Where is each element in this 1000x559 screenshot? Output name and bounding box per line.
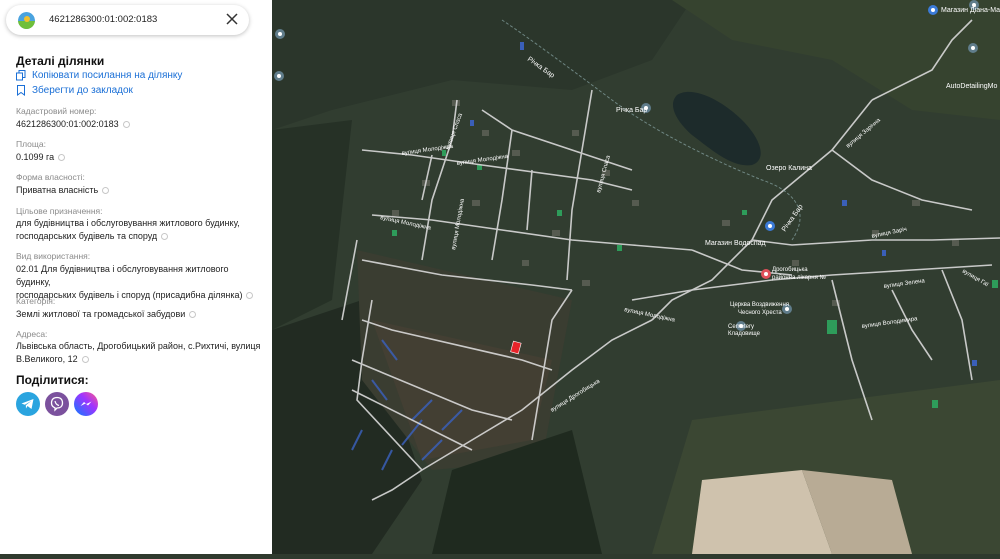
map-label-autodetail: AutoDetailingMo bbox=[946, 83, 997, 90]
info-icon[interactable] bbox=[246, 292, 254, 300]
cadastral-value: 4621286300:01:002:0183 bbox=[16, 118, 261, 131]
logo-icon bbox=[18, 12, 35, 29]
info-icon[interactable] bbox=[81, 356, 89, 364]
purpose-label: Цільове призначення: bbox=[16, 206, 103, 216]
map-pin-icon[interactable] bbox=[968, 43, 978, 53]
map-pin-icon[interactable] bbox=[274, 71, 284, 81]
map-label-church-2: Чесного Хреста bbox=[738, 310, 782, 316]
telegram-icon[interactable] bbox=[16, 392, 40, 416]
info-icon[interactable] bbox=[189, 311, 197, 319]
category-label: Категорія: bbox=[16, 296, 56, 306]
map-label-shop1: Магазин Діана-Мар bbox=[941, 6, 1000, 14]
map-label-cemetery-1: Cemetery bbox=[728, 324, 754, 330]
map-pin-icon[interactable] bbox=[761, 269, 771, 279]
map-canvas[interactable]: Магазин Діана-Мар AutoDetailingMo Річка … bbox=[272, 0, 1000, 554]
map-pin-icon[interactable] bbox=[765, 221, 775, 231]
cadastral-number-search[interactable]: 4621286300:01:002:0183 bbox=[49, 14, 157, 25]
copy-link-label: Копіювати посилання на ділянку bbox=[32, 70, 183, 81]
map-label-hospital-1: Дрогобицька bbox=[772, 267, 808, 273]
map-label-hospital-2: районна лікарня № bbox=[772, 274, 826, 281]
map-label-shop2: Магазин Водоспад bbox=[705, 240, 766, 247]
category-value: Землі житлової та громадської забудови bbox=[16, 308, 261, 321]
info-icon[interactable] bbox=[58, 154, 66, 162]
address-label: Адреса: bbox=[16, 329, 48, 339]
usage-label: Вид використання: bbox=[16, 251, 91, 261]
search-card[interactable]: 4621286300:01:002:0183 bbox=[6, 5, 249, 35]
viber-icon[interactable] bbox=[45, 392, 69, 416]
map-label-river1: Річка Бар bbox=[616, 106, 647, 114]
bookmark-label: Зберегти до закладок bbox=[32, 85, 133, 96]
bookmark-icon bbox=[17, 85, 25, 96]
satellite-map[interactable]: Магазин Діана-Мар AutoDetailingMo Річка … bbox=[272, 0, 1000, 554]
info-icon[interactable] bbox=[161, 233, 169, 241]
copy-link-button[interactable]: Копіювати посилання на ділянку bbox=[16, 70, 182, 81]
share-title: Поділитися: bbox=[16, 373, 89, 387]
info-icon[interactable] bbox=[122, 121, 130, 129]
ownership-value: Приватна власність bbox=[16, 184, 261, 197]
details-panel: 4621286300:01:002:0183 Деталі ділянки Ко… bbox=[0, 0, 272, 554]
map-label-lake: Озеро Калина bbox=[766, 165, 812, 172]
ownership-label: Форма власності: bbox=[16, 172, 85, 182]
copy-icon bbox=[16, 70, 26, 81]
map-pin-icon[interactable] bbox=[275, 29, 285, 39]
area-value: 0.1099 га bbox=[16, 151, 261, 164]
address-value: Львівська область, Дрогобицький район, с… bbox=[16, 341, 261, 364]
bookmark-button[interactable]: Зберегти до закладок bbox=[16, 85, 133, 96]
info-icon[interactable] bbox=[102, 187, 110, 195]
map-label-church-1: Церква Воздвиження bbox=[730, 302, 789, 308]
close-icon[interactable] bbox=[224, 11, 240, 27]
area-label: Площа: bbox=[16, 139, 46, 149]
map-pin-icon[interactable] bbox=[928, 5, 938, 15]
messenger-icon[interactable] bbox=[74, 392, 98, 416]
details-title: Деталі ділянки bbox=[16, 54, 105, 68]
map-label-cemetery-2: Кладовище bbox=[728, 331, 761, 337]
cadastral-label: Кадастровий номер: bbox=[16, 106, 97, 116]
purpose-value: для будівництва і обслуговування житлово… bbox=[16, 218, 240, 241]
